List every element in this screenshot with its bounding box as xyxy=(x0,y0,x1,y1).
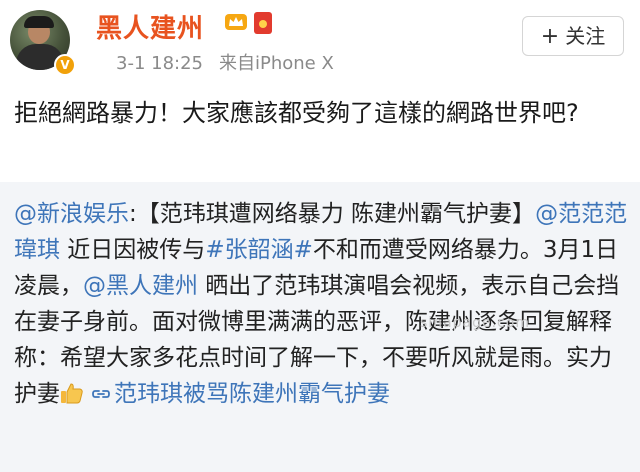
verified-v-icon: V xyxy=(54,54,76,76)
plus-icon: + xyxy=(540,24,560,49)
watermark: sinapage.com xyxy=(420,315,530,331)
post-header: V 黑人建州 3-1 18:25 来自iPhone X + 关注 xyxy=(0,0,640,80)
post-meta: 3-1 18:25 来自iPhone X xyxy=(116,49,334,75)
repost-text-1: 近日因被传与 xyxy=(60,237,206,263)
red-envelope-icon[interactable] xyxy=(254,12,272,34)
thumbs-up-icon xyxy=(61,383,83,404)
follow-label: 关注 xyxy=(565,24,606,48)
mention-source[interactable]: @新浪娱乐 xyxy=(14,201,129,227)
link-chain-icon xyxy=(92,390,110,398)
mention-chen[interactable]: @黑人建州 xyxy=(83,273,198,299)
repost-text: @新浪娱乐:【范玮琪遭网络暴力 陈建州霸气护妻】@范范范瑋琪 近日因被传与#张韶… xyxy=(14,196,628,412)
follow-button[interactable]: + 关注 xyxy=(522,16,624,56)
post-text: 拒絕網路暴力！大家應該都受夠了這樣的網路世界吧? xyxy=(14,99,579,127)
topic-link[interactable]: 范玮琪被骂陈建州霸气护妻 xyxy=(114,381,390,407)
timestamp: 3-1 18:25 xyxy=(116,53,203,74)
avatar[interactable]: V xyxy=(10,10,76,76)
repost-card[interactable]: @新浪娱乐:【范玮琪遭网络暴力 陈建州霸气护妻】@范范范瑋琪 近日因被传与#张韶… xyxy=(0,182,640,472)
username[interactable]: 黑人建州 xyxy=(96,8,204,45)
repost-headline: 【范玮琪遭网络暴力 陈建州霸气护妻】 xyxy=(136,201,536,227)
hashtag-link[interactable]: #张韶涵# xyxy=(205,237,313,263)
separator: : xyxy=(129,201,137,227)
post-source[interactable]: 来自iPhone X xyxy=(219,53,334,74)
crown-icon xyxy=(225,14,247,30)
